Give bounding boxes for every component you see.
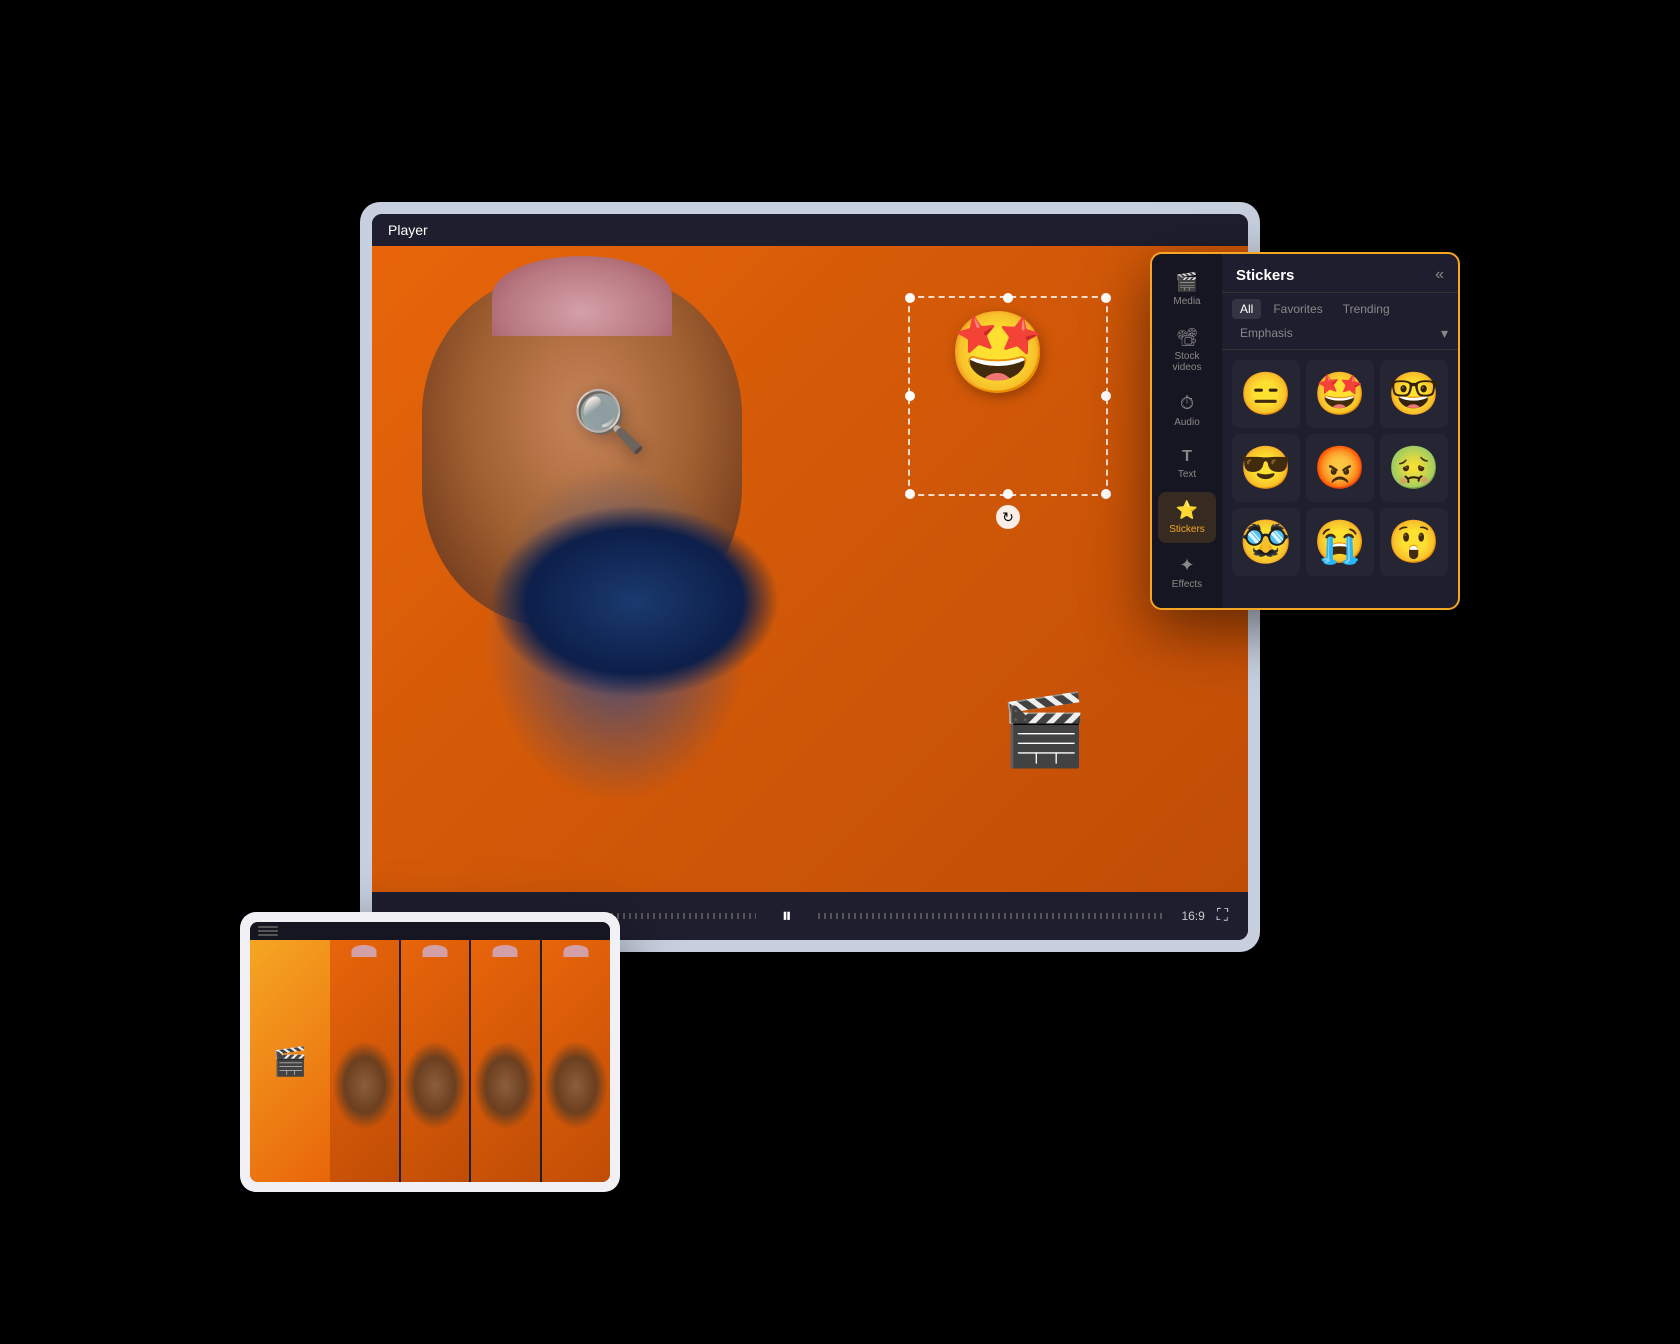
menu-line-3 bbox=[258, 934, 278, 936]
mobile-device: 🎬 bbox=[240, 912, 620, 1192]
handle-bottom-left[interactable] bbox=[905, 489, 915, 499]
timeline-thumb-4 bbox=[542, 940, 611, 1182]
sidebar-label-media: Media bbox=[1173, 296, 1200, 307]
emoji-nerd[interactable]: 🤓 bbox=[1380, 360, 1448, 428]
thumb-person-3 bbox=[471, 940, 540, 1182]
handle-top-middle[interactable] bbox=[1003, 293, 1013, 303]
sidebar-label-stock: Stock videos bbox=[1164, 351, 1210, 373]
emoji-sunglasses[interactable]: 😎 bbox=[1232, 434, 1300, 502]
device-screen: Player 🔍 bbox=[372, 214, 1248, 940]
sidebar-item-media[interactable]: 🎬 Media bbox=[1158, 264, 1216, 315]
sidebar-label-audio: Audio bbox=[1174, 417, 1200, 428]
player-title: Player bbox=[388, 222, 428, 238]
menu-line-1 bbox=[258, 926, 278, 928]
handle-middle-left[interactable] bbox=[905, 391, 915, 401]
mobile-preview-panel: 🎬 bbox=[250, 940, 330, 1182]
aspect-ratio-selector[interactable]: 16:9 bbox=[1181, 909, 1204, 923]
mobile-content: 🎬 bbox=[250, 940, 610, 1182]
timeline-thumb-1 bbox=[330, 940, 399, 1182]
tab-dropdown-button[interactable]: ▾ bbox=[1441, 325, 1448, 342]
handle-bottom-middle[interactable] bbox=[1003, 489, 1013, 499]
panel-layout: 🎬 Media 📽 Stock videos ⏱ Audio T Text ⭐ bbox=[1152, 254, 1458, 608]
thumb-person-1 bbox=[330, 940, 399, 1182]
camera-sticker[interactable]: 🎬 bbox=[1001, 690, 1088, 772]
thumb-hat-4 bbox=[563, 945, 588, 957]
emoji-astonished[interactable]: 😲 bbox=[1380, 508, 1448, 576]
stock-icon: 📽 bbox=[1176, 327, 1199, 348]
mobile-top-bar bbox=[250, 922, 610, 940]
sidebar-item-stock[interactable]: 📽 Stock videos bbox=[1158, 319, 1216, 381]
sidebar-label-effects: Effects bbox=[1172, 579, 1202, 590]
emoji-nauseated[interactable]: 🤢 bbox=[1380, 434, 1448, 502]
tab-favorites[interactable]: Favorites bbox=[1265, 299, 1330, 319]
sidebar-item-audio[interactable]: ⏱ Audio bbox=[1158, 385, 1216, 436]
media-icon: 🎬 bbox=[1176, 272, 1198, 293]
handle-top-right[interactable] bbox=[1101, 293, 1111, 303]
emoji-disguised[interactable]: 🥸 bbox=[1232, 508, 1300, 576]
stickers-panel: 🎬 Media 📽 Stock videos ⏱ Audio T Text ⭐ bbox=[1150, 252, 1460, 610]
thumb-person-2 bbox=[401, 940, 470, 1182]
stickers-tab-bar: All Favorites Trending Emphasis ▾ bbox=[1222, 293, 1458, 350]
mobile-screen: 🎬 bbox=[250, 922, 610, 1182]
timeline-thumb-3 bbox=[471, 940, 540, 1182]
handle-middle-right[interactable] bbox=[1101, 391, 1111, 401]
person-body bbox=[372, 246, 1248, 892]
magnifying-glass-emoji: 🔍 bbox=[572, 386, 647, 457]
timeline-dots-2 bbox=[818, 913, 1167, 919]
handle-bottom-right[interactable] bbox=[1101, 489, 1111, 499]
video-sticker-emoji[interactable]: 🤩 bbox=[948, 306, 1048, 400]
emoji-star-struck[interactable]: 🤩 bbox=[1306, 360, 1374, 428]
emoji-angry[interactable]: 😡 bbox=[1306, 434, 1374, 502]
tab-all[interactable]: All bbox=[1232, 299, 1261, 319]
menu-line-2 bbox=[258, 930, 278, 932]
panel-header: Stickers « bbox=[1222, 254, 1458, 293]
emoji-crying[interactable]: 😭 bbox=[1306, 508, 1374, 576]
tab-trending[interactable]: Trending bbox=[1335, 299, 1398, 319]
mobile-menu-lines bbox=[258, 926, 278, 936]
thumb-person-4 bbox=[542, 940, 611, 1182]
emoji-grid: 😑 🤩 🤓 😎 😡 🤢 🥸 😭 😲 bbox=[1222, 350, 1458, 586]
sidebar-item-effects[interactable]: ✦ Effects bbox=[1158, 547, 1216, 598]
thumb-hat-2 bbox=[422, 945, 447, 957]
panel-sidebar: 🎬 Media 📽 Stock videos ⏱ Audio T Text ⭐ bbox=[1152, 254, 1222, 608]
sidebar-item-stickers[interactable]: ⭐ Stickers bbox=[1158, 492, 1216, 543]
collapse-button[interactable]: « bbox=[1435, 266, 1444, 284]
stickers-icon: ⭐ bbox=[1176, 500, 1198, 521]
thumb-hat-1 bbox=[352, 945, 377, 957]
panel-title: Stickers bbox=[1236, 267, 1294, 284]
rotate-handle[interactable]: ↻ bbox=[996, 505, 1020, 529]
text-icon: T bbox=[1182, 448, 1192, 466]
audio-icon: ⏱ bbox=[1180, 393, 1194, 414]
fullscreen-button[interactable]: ⛶ bbox=[1217, 907, 1228, 925]
timeline-thumb-2 bbox=[401, 940, 470, 1182]
main-device: Player 🔍 bbox=[360, 202, 1260, 952]
panel-main-content: Stickers « All Favorites Trending Emphas… bbox=[1222, 254, 1458, 608]
sidebar-label-stickers: Stickers bbox=[1169, 524, 1205, 535]
tab-emphasis[interactable]: Emphasis bbox=[1232, 323, 1301, 343]
handle-top-left[interactable] bbox=[905, 293, 915, 303]
video-background: 🔍 ↻ 🤩 bbox=[372, 246, 1248, 892]
thumb-hat-3 bbox=[493, 945, 518, 957]
scene: Player 🔍 bbox=[240, 122, 1440, 1222]
video-area: 🔍 ↻ 🤩 bbox=[372, 246, 1248, 892]
effects-icon: ✦ bbox=[1179, 555, 1194, 576]
play-pause-button[interactable]: ⏸ bbox=[771, 900, 803, 932]
sidebar-label-text: Text bbox=[1178, 469, 1196, 480]
sidebar-item-text[interactable]: T Text bbox=[1158, 440, 1216, 488]
mobile-timeline bbox=[330, 940, 610, 1182]
emoji-expressionless[interactable]: 😑 bbox=[1232, 360, 1300, 428]
mobile-preview-emoji: 🎬 bbox=[273, 1045, 308, 1078]
player-bar: Player bbox=[372, 214, 1248, 246]
